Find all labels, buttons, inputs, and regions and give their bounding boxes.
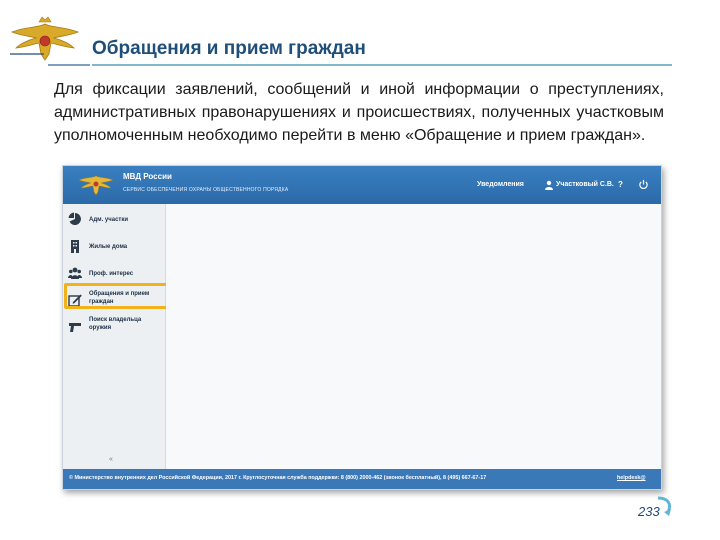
app-subtitle: СЕРВИС ОБЕСПЕЧЕНИЯ ОХРАНЫ ОБЩЕСТВЕННОГО … <box>123 187 289 193</box>
power-icon[interactable] <box>638 179 649 190</box>
sidebar: Адм. участки Жилые дома Проф. интерес Об… <box>63 204 166 469</box>
app-name: МВД России <box>123 172 172 181</box>
title-divider-left <box>48 64 90 66</box>
curved-arrow-icon <box>657 496 672 516</box>
help-button[interactable]: ? <box>618 180 623 189</box>
title-divider <box>92 64 672 66</box>
app-header: МВД России СЕРВИС ОБЕСПЕЧЕНИЯ ОХРАНЫ ОБЩ… <box>63 166 661 204</box>
eagle-emblem-icon <box>10 16 80 61</box>
eagle-logo-icon <box>78 175 114 196</box>
sidebar-item-label: Жилые дома <box>89 244 128 250</box>
slide-title: Обращения и прием граждан <box>92 38 366 59</box>
instruction-text: Для фиксации заявлений, сообщений и иной… <box>54 81 664 144</box>
helpdesk-link[interactable]: helpdesk@ <box>617 475 646 481</box>
sidebar-item-label: Проф. интерес <box>89 271 134 277</box>
sidebar-item-residential[interactable]: Жилые дома <box>63 233 165 260</box>
sidebar-item-label: Поиск владельца оружия <box>89 317 142 331</box>
pie-chart-icon <box>68 212 81 225</box>
building-icon <box>71 240 79 253</box>
sidebar-item-adm-districts[interactable]: Адм. участки <box>63 206 165 233</box>
pistol-icon <box>69 323 81 332</box>
menu-item-highlight <box>64 283 170 309</box>
group-icon <box>68 267 82 279</box>
collapse-sidebar-button[interactable]: « <box>109 456 113 463</box>
app-window: МВД России СЕРВИС ОБЕСПЕЧЕНИЯ ОХРАНЫ ОБЩ… <box>62 165 662 490</box>
user-icon <box>545 180 553 190</box>
notifications-link[interactable]: Уведомления <box>477 181 524 188</box>
footer-text: © Министерство внутренних дел Российской… <box>69 475 487 481</box>
sidebar-item-label: Адм. участки <box>89 217 129 223</box>
main-content-area <box>166 204 661 469</box>
user-menu[interactable]: Участковый С.В. <box>556 181 614 188</box>
sidebar-item-weapon-owner-search[interactable]: Поиск владельца оружия <box>63 314 165 341</box>
app-footer: © Министерство внутренних дел Российской… <box>63 469 661 489</box>
